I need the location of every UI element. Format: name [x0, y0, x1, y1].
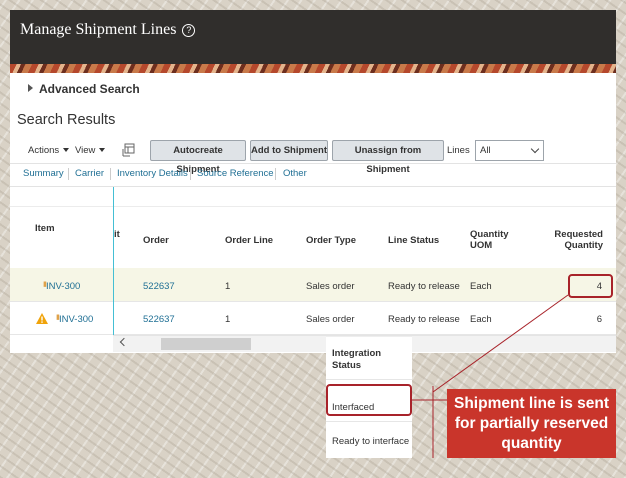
page-title: Manage Shipment Lines? [20, 21, 196, 39]
row-divider [10, 301, 616, 302]
decorative-banner [10, 64, 616, 73]
expand-triangle-icon [28, 84, 33, 92]
requested-quantity-cell: 6 [596, 314, 602, 325]
tab-other[interactable]: Other [283, 168, 307, 179]
order-line-cell: 1 [225, 314, 231, 325]
row-divider [326, 421, 412, 422]
integration-status-cell: Ready to interface [332, 436, 410, 447]
main-panel: Manage Shipment Lines? Advanced Search S… [10, 10, 616, 353]
item-link[interactable]: INV-300 [46, 281, 80, 292]
line-status-cell: Ready to release [388, 314, 460, 325]
uom-cell: Each [470, 314, 492, 325]
tab-source-reference[interactable]: Source Reference [197, 168, 274, 179]
item-link[interactable]: INV-300 [59, 314, 93, 325]
help-icon[interactable]: ? [182, 24, 196, 37]
detach-table-icon[interactable] [122, 143, 136, 157]
add-to-shipment-button[interactable]: Add to Shipment [250, 140, 328, 161]
line-status-cell: Ready to release [388, 281, 460, 292]
unassign-from-shipment-button[interactable]: Unassign from Shipment [332, 140, 444, 175]
col-header-order-line[interactable]: Order Line [225, 235, 273, 246]
col-header-order-type[interactable]: Order Type [306, 235, 356, 246]
tab-summary[interactable]: Summary [23, 168, 64, 179]
search-results-title: Search Results [17, 112, 116, 128]
col-header-line-status[interactable]: Line Status [388, 235, 439, 246]
col-header-order[interactable]: Order [143, 235, 169, 246]
callout-box: Shipment line is sent for partially rese… [447, 389, 616, 458]
tab-carrier[interactable]: Carrier [75, 168, 104, 179]
warning-icon[interactable] [36, 313, 48, 324]
divider [10, 163, 616, 164]
lines-filter-select[interactable]: All [475, 140, 544, 161]
order-link[interactable]: 522637 [143, 281, 175, 292]
tab-separator [275, 168, 276, 180]
autocreate-shipment-button[interactable]: Autocreate Shipment [150, 140, 246, 175]
page-header: Manage Shipment Lines? [10, 10, 616, 64]
tab-inventory-details[interactable]: Inventory Details [117, 168, 188, 179]
row-divider [326, 379, 412, 380]
scroll-left-arrow-icon[interactable] [119, 337, 129, 347]
quantity-highlight [568, 274, 613, 298]
callout-text: Shipment line is sent for partially rese… [453, 395, 610, 452]
lines-filter-label: Lines [447, 145, 470, 156]
col-header-requested-quantity[interactable]: Requested Quantity [540, 229, 603, 251]
uom-cell: Each [470, 281, 492, 292]
col-header-integration-status[interactable]: Integration Status [332, 348, 392, 372]
tab-separator [190, 168, 191, 180]
col-header-item[interactable]: Item [35, 223, 55, 234]
order-line-cell: 1 [225, 281, 231, 292]
interfaced-highlight [326, 384, 412, 416]
results-toolbar: Actions View Autocreate Shipment Add to … [10, 140, 616, 175]
col-header-truncated[interactable]: it [114, 229, 120, 240]
order-type-cell: Sales order [306, 314, 355, 325]
caret-down-icon [99, 148, 106, 152]
tab-separator [110, 168, 111, 180]
scrollbar-thumb[interactable] [161, 338, 251, 350]
tab-separator [68, 168, 69, 180]
chevron-down-icon [530, 144, 540, 154]
frozen-column-divider[interactable] [113, 187, 114, 335]
actions-menu[interactable]: Actions [28, 145, 70, 156]
advanced-search-toggle[interactable]: Advanced Search [28, 82, 140, 96]
caret-down-icon [63, 148, 70, 152]
order-link[interactable]: 522637 [143, 314, 175, 325]
order-type-cell: Sales order [306, 281, 355, 292]
divider [10, 206, 616, 207]
view-menu[interactable]: View [75, 145, 106, 156]
col-header-quantity-uom[interactable]: Quantity UOM [470, 229, 520, 251]
divider [10, 186, 616, 187]
